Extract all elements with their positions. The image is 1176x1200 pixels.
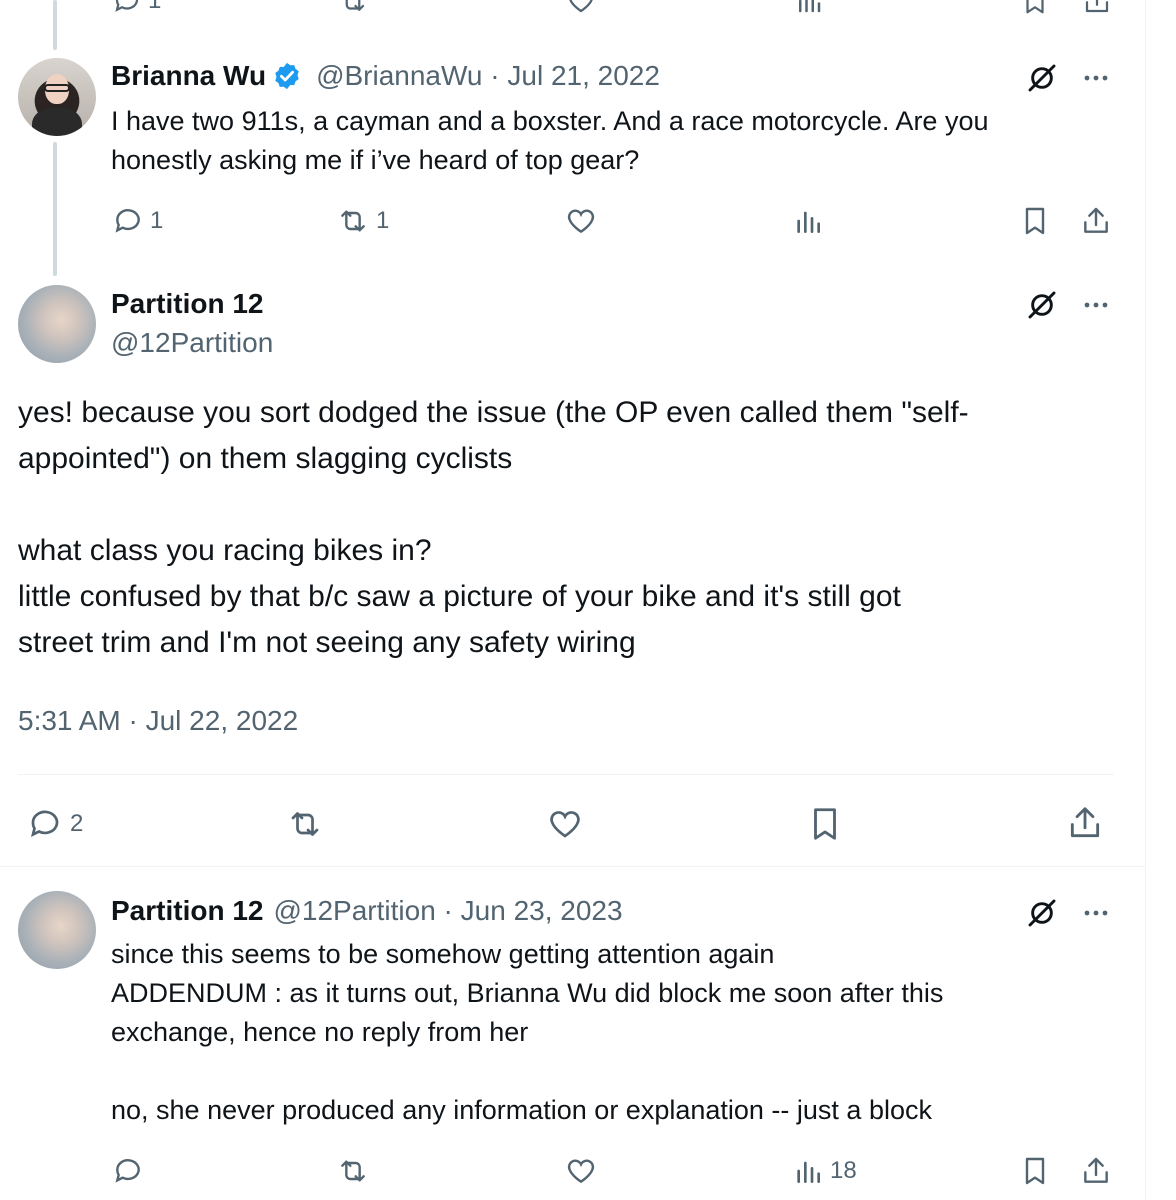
tweet1-header: Brianna Wu @BriannaWu · Jul 21, 2022 (111, 60, 660, 92)
like-action[interactable] (565, 205, 597, 237)
views-icon (797, 1161, 820, 1183)
reply-icon (115, 209, 140, 233)
more-icon[interactable] (1082, 66, 1110, 90)
tweet-text: I have two 911s, a cayman and a boxster.… (111, 106, 989, 175)
bookmark-icon (814, 808, 836, 840)
top-repost-action[interactable] (338, 0, 368, 16)
views-count: 18 (830, 1157, 857, 1184)
author-name[interactable]: Partition 12 (111, 288, 263, 320)
column-border (1145, 0, 1146, 1200)
repost-icon (341, 1160, 365, 1182)
repost-icon (345, 0, 365, 11)
tweet3-header: Partition 12 @12Partition · Jun 23, 2023 (111, 895, 623, 927)
tweet-text: yes! because you sort dodged the issue (… (18, 396, 969, 659)
divider (0, 866, 1146, 867)
views-action[interactable]: 18 (792, 1155, 857, 1187)
verified-badge-icon (275, 62, 299, 90)
reply-icon (115, 0, 139, 12)
share-icon (1070, 807, 1100, 838)
like-icon (550, 811, 580, 838)
repost-count: 1 (376, 207, 390, 234)
author-handle[interactable]: @12Partition (111, 327, 273, 359)
share-icon (1084, 1157, 1108, 1183)
share-icon (1084, 207, 1108, 233)
avatar-partition-12[interactable] (18, 891, 96, 969)
reply-icon (30, 810, 59, 838)
top-views-action[interactable] (794, 0, 824, 16)
reply-icon (115, 1159, 140, 1183)
thread-line-wu (53, 142, 57, 276)
like-icon (567, 1159, 595, 1184)
grok-icon[interactable] (1026, 62, 1058, 94)
tweet-timestamp[interactable]: 5:31 AM · Jul 22, 2022 (18, 705, 298, 737)
more-icon[interactable] (1082, 293, 1110, 317)
like-icon (567, 209, 595, 234)
top-reply-count: 1 (148, 0, 162, 14)
repost-icon (341, 210, 365, 232)
like-action[interactable] (546, 806, 584, 842)
views-icon (799, 0, 821, 13)
tweet-thread: 1 Brianna Wu @BriannaWu · Jul 21, 2022 I… (0, 0, 1176, 1200)
bookmark-icon (1025, 1157, 1045, 1185)
grok-icon[interactable] (1026, 289, 1058, 321)
views-action[interactable] (792, 205, 824, 237)
avatar-partition-12[interactable] (18, 285, 96, 363)
top-share-action[interactable] (1082, 0, 1112, 16)
bookmark-action[interactable] (1019, 1155, 1051, 1187)
author-handle-date[interactable]: @BriannaWu · Jul 21, 2022 (316, 60, 660, 92)
share-action[interactable] (1066, 804, 1104, 842)
views-icon (797, 211, 820, 233)
top-like-action[interactable] (566, 0, 596, 16)
reply-action[interactable] (112, 1155, 144, 1187)
author-name[interactable]: Brianna Wu (111, 60, 266, 92)
bookmark-icon (1025, 207, 1045, 235)
bookmark-icon (1026, 0, 1044, 14)
reply-action[interactable]: 2 (26, 806, 83, 842)
like-action[interactable] (565, 1155, 597, 1187)
share-action[interactable] (1080, 205, 1112, 237)
reply-count: 1 (150, 207, 164, 234)
like-icon (569, 0, 593, 13)
author-handle-date[interactable]: @12Partition · Jun 23, 2023 (273, 895, 622, 927)
repost-action[interactable] (284, 806, 326, 842)
more-icon[interactable] (1082, 901, 1110, 925)
top-bookmark-action[interactable] (1020, 0, 1050, 16)
repost-icon (291, 812, 319, 836)
author-name[interactable]: Partition 12 (111, 895, 263, 927)
thread-line-top (53, 0, 57, 50)
grok-icon[interactable] (1026, 897, 1058, 929)
repost-action[interactable] (336, 1155, 370, 1187)
reply-action[interactable]: 1 (112, 205, 163, 237)
divider (18, 774, 1114, 775)
tweet-text: since this seems to be somehow getting a… (111, 939, 944, 1125)
bookmark-action[interactable] (806, 804, 844, 844)
avatar-brianna-wu[interactable] (18, 58, 96, 136)
reply-count: 2 (70, 810, 84, 837)
share-icon (1085, 0, 1109, 13)
repost-action[interactable]: 1 (336, 205, 389, 237)
share-action[interactable] (1080, 1155, 1112, 1187)
top-reply-action[interactable]: 1 (112, 0, 161, 16)
bookmark-action[interactable] (1019, 205, 1051, 237)
